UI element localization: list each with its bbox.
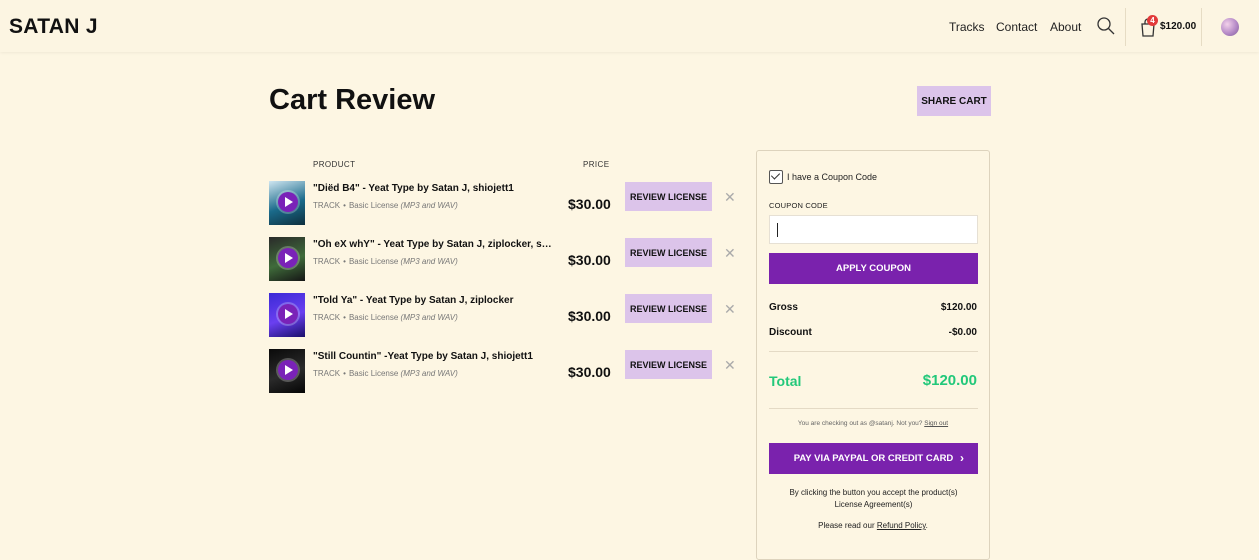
track-meta: TRACK • Basic License (MP3 and WAV) (313, 201, 458, 210)
cart-item-row: "Oh eX whY" - Yeat Type by Satan J, zipl… (269, 237, 739, 281)
total-label: Total (769, 373, 802, 389)
review-license-button[interactable]: REVIEW LICENSE (625, 350, 712, 379)
track-artwork (269, 181, 305, 225)
divider (769, 351, 978, 352)
divider (769, 408, 978, 409)
track-artwork (269, 237, 305, 281)
track-title[interactable]: "Diëd B4" - Yeat Type by Satan J, shioje… (313, 183, 556, 194)
review-license-button[interactable]: REVIEW LICENSE (625, 294, 712, 323)
cart-item-row: "Still Countin" -Yeat Type by Satan J, s… (269, 349, 739, 393)
play-icon[interactable] (278, 304, 298, 324)
item-type: TRACK (313, 369, 341, 378)
review-license-button[interactable]: REVIEW LICENSE (625, 238, 712, 267)
refund-prefix: Please read our (818, 521, 875, 530)
review-license-button[interactable]: REVIEW LICENSE (625, 182, 712, 211)
pay-button-label: PAY VIA PAYPAL OR CREDIT CARD (793, 453, 954, 464)
chevron-right-icon: › (960, 451, 964, 465)
license-acceptance-note: By clicking the button you accept the pr… (789, 488, 958, 509)
refund-policy-link[interactable]: Refund Policy (877, 521, 926, 530)
item-type: TRACK (313, 257, 341, 266)
page-title: Cart Review (269, 84, 436, 116)
close-icon[interactable]: ✕ (724, 357, 736, 374)
play-icon[interactable] (278, 360, 298, 380)
gross-value: $120.00 (940, 302, 977, 313)
license-format: (MP3 and WAV) (400, 201, 458, 210)
license-name: Basic License (348, 369, 399, 378)
refund-policy-note: Please read our Refund Policy. (757, 521, 989, 530)
checkout-identity-note: You are checking out as @satanj. Not you… (757, 420, 989, 427)
text-cursor (777, 223, 778, 237)
license-name: Basic License (348, 201, 399, 210)
license-format: (MP3 and WAV) (400, 313, 458, 322)
discount-label: Discount (769, 327, 812, 338)
license-format: (MP3 and WAV) (400, 257, 458, 266)
nav-divider (1201, 8, 1202, 46)
coupon-code-label: COUPON CODE (769, 201, 828, 210)
total-value: $120.00 (922, 372, 977, 389)
play-icon[interactable] (278, 248, 298, 268)
close-icon[interactable]: ✕ (724, 189, 736, 206)
license-format: (MP3 and WAV) (400, 369, 458, 378)
cart-count-badge: 4 (1147, 15, 1158, 26)
order-summary-panel: I have a Coupon Code COUPON CODE APPLY C… (756, 150, 990, 560)
track-meta: TRACK • Basic License (MP3 and WAV) (313, 257, 458, 266)
coupon-checkbox-label[interactable]: I have a Coupon Code (787, 172, 877, 182)
search-icon[interactable] (1096, 16, 1116, 36)
apply-coupon-button[interactable]: APPLY COUPON (769, 253, 978, 284)
discount-value: -$0.00 (948, 327, 977, 338)
item-price: $30.00 (568, 196, 611, 212)
coupon-code-input[interactable] (769, 215, 978, 244)
cart-item-row: "Diëd B4" - Yeat Type by Satan J, shioje… (269, 181, 739, 225)
close-icon[interactable]: ✕ (724, 301, 736, 318)
share-cart-button[interactable]: SHARE CART (917, 86, 991, 116)
license-name: Basic License (348, 313, 399, 322)
cart-total[interactable]: $120.00 (1160, 21, 1196, 32)
play-icon[interactable] (278, 192, 298, 212)
gross-label: Gross (769, 302, 798, 313)
pay-via-paypal-button[interactable]: PAY VIA PAYPAL OR CREDIT CARD › (769, 443, 978, 474)
track-title[interactable]: "Told Ya" - Yeat Type by Satan J, ziploc… (313, 295, 556, 306)
cart-item-row: "Told Ya" - Yeat Type by Satan J, ziploc… (269, 293, 739, 337)
item-price: $30.00 (568, 364, 611, 380)
column-header-price: PRICE (583, 160, 610, 169)
refund-suffix: . (925, 521, 928, 530)
track-artwork (269, 349, 305, 393)
checkout-note-text: You are checking out as @satanj. Not you… (797, 420, 923, 427)
nav-divider (1125, 8, 1126, 46)
track-title[interactable]: "Oh eX whY" - Yeat Type by Satan J, zipl… (313, 239, 556, 250)
track-meta: TRACK • Basic License (MP3 and WAV) (313, 313, 458, 322)
item-price: $30.00 (568, 252, 611, 268)
track-meta: TRACK • Basic License (MP3 and WAV) (313, 369, 458, 378)
item-type: TRACK (313, 201, 341, 210)
track-artwork (269, 293, 305, 337)
nav-link-contact[interactable]: Contact (996, 20, 1037, 34)
track-title[interactable]: "Still Countin" -Yeat Type by Satan J, s… (313, 351, 556, 362)
top-nav-bar: SATAN J Tracks Contact About 4 $120.00 (0, 0, 1259, 52)
nav-link-about[interactable]: About (1050, 20, 1081, 34)
sign-out-link[interactable]: Sign out (924, 420, 948, 427)
nav-link-tracks[interactable]: Tracks (949, 20, 985, 34)
column-header-product: PRODUCT (313, 160, 356, 169)
user-avatar[interactable] (1221, 18, 1239, 36)
item-price: $30.00 (568, 308, 611, 324)
checkbox-checked-icon[interactable] (769, 170, 783, 184)
brand-logo[interactable]: SATAN J (9, 15, 98, 39)
license-name: Basic License (348, 257, 399, 266)
close-icon[interactable]: ✕ (724, 245, 736, 262)
item-type: TRACK (313, 313, 341, 322)
